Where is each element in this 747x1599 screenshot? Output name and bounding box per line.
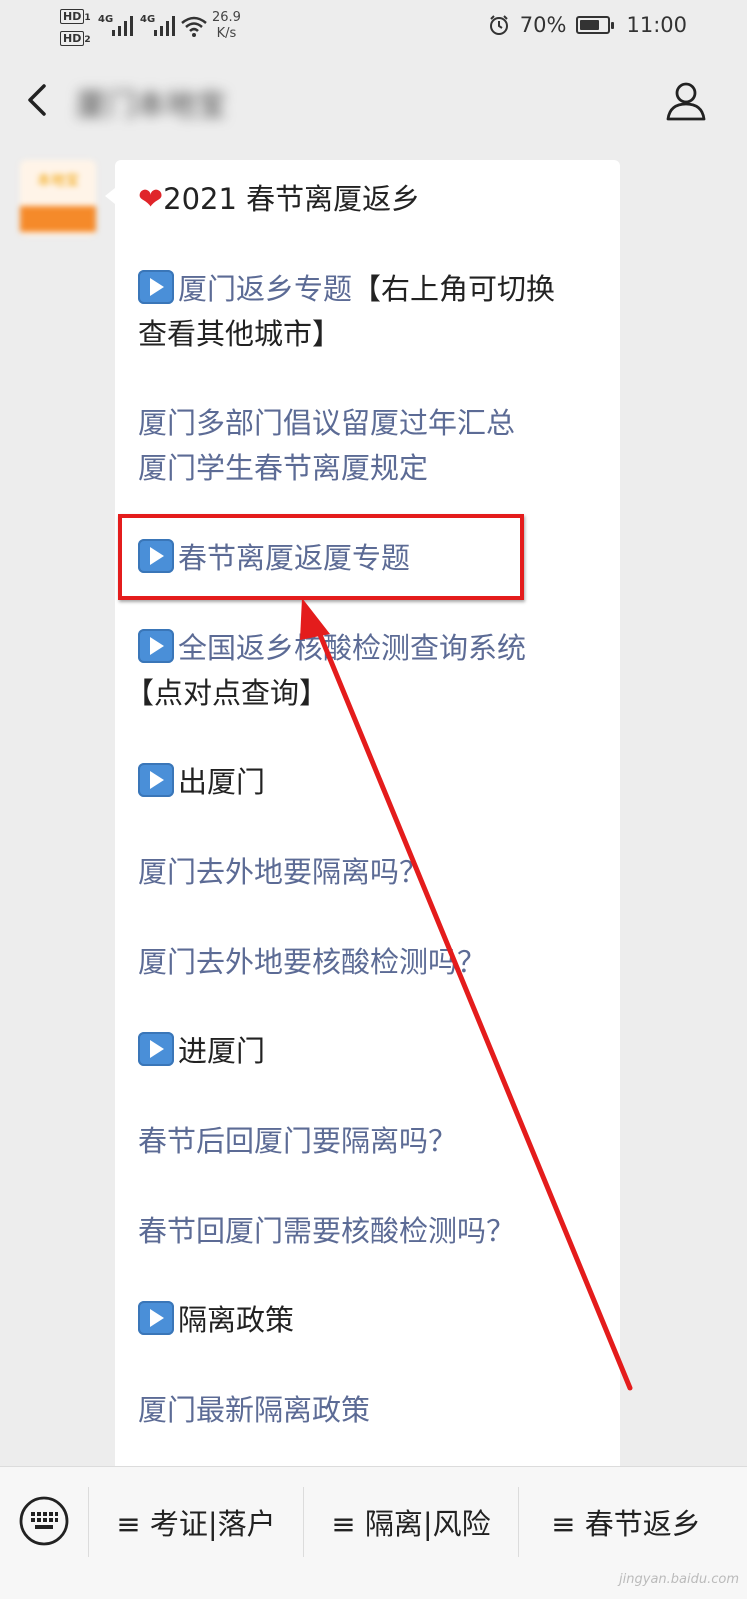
chat-title: 厦门本地宝 xyxy=(76,88,226,123)
avatar-band xyxy=(20,206,96,232)
link-xiamen-return-topic[interactable]: 厦门返乡专题 xyxy=(178,272,352,306)
line-switch-city: 查看其他城市】 xyxy=(138,317,342,351)
clock: 11:00 xyxy=(626,13,687,37)
annotation-highlight-box xyxy=(118,514,524,600)
battery-icon xyxy=(576,16,615,34)
play-icon xyxy=(138,1301,174,1335)
link-leave-quarantine[interactable]: 厦门去外地要隔离吗？ xyxy=(138,850,428,895)
link-return-quarantine[interactable]: 春节后回厦门要隔离吗？ xyxy=(138,1119,457,1164)
play-icon xyxy=(138,763,174,797)
link-return-nucleic[interactable]: 春节回厦门需要核酸检测吗？ xyxy=(138,1209,515,1254)
nav-bar: 厦门本地宝 xyxy=(0,56,747,144)
link-stay-xiamen-summary[interactable]: 厦门多部门倡议留厦过年汇总 xyxy=(138,401,515,446)
menu-item-spring-return[interactable]: ≡ 春节返乡 xyxy=(519,1467,733,1577)
alarm-icon xyxy=(489,15,508,35)
network-speed: 26.9 K/s xyxy=(212,10,241,41)
section-quarantine-policy: 隔离政策 xyxy=(138,1298,294,1343)
message-bubble: ❤2021 春节离厦返乡 厦门返乡专题【右上角可切换 查看其他城市】 厦门多部门… xyxy=(105,160,620,1490)
line-nucleic-query: 全国返乡核酸检测查询系统 xyxy=(138,626,526,671)
status-bar: HD 1 HD 2 4G 4G 26.9 K/s 70% 11:00 xyxy=(0,0,747,56)
link-student-rules[interactable]: 厦门学生春节离厦规定 xyxy=(138,446,428,491)
signal-icon-2 xyxy=(154,16,175,36)
link-nucleic-query-system[interactable]: 全国返乡核酸检测查询系统 xyxy=(178,631,526,665)
hd1-indicator: HD 1 xyxy=(60,9,91,25)
link-latest-quarantine-policy[interactable]: 厦门最新隔离政策 xyxy=(138,1388,370,1433)
watermark: jingyan.baidu.com xyxy=(619,1572,739,1587)
play-icon xyxy=(138,1032,174,1066)
section-enter-xiamen: 进厦门 xyxy=(138,1029,265,1074)
play-icon xyxy=(138,629,174,663)
section-leave-xiamen: 出厦门 xyxy=(138,760,265,805)
play-icon xyxy=(138,270,174,304)
keyboard-icon[interactable] xyxy=(18,1495,70,1547)
menu-item-quarantine[interactable]: ≡ 隔离|风险 xyxy=(304,1467,518,1577)
hd2-indicator: HD 2 xyxy=(60,31,91,47)
signal-icon xyxy=(112,16,133,36)
sender-avatar[interactable]: 本地宝 xyxy=(20,160,96,236)
heart-icon: ❤ xyxy=(138,182,164,217)
message-heading: ❤2021 春节离厦返乡 xyxy=(138,182,421,217)
battery-percent: 70% xyxy=(519,13,567,37)
profile-icon[interactable] xyxy=(665,80,707,122)
link-leave-nucleic[interactable]: 厦门去外地要核酸检测吗？ xyxy=(138,940,486,985)
avatar-label: 本地宝 xyxy=(37,173,79,189)
battery-fill xyxy=(580,20,599,30)
menu-item-certificate[interactable]: ≡ 考证|落户 xyxy=(89,1467,303,1577)
back-arrow-icon[interactable] xyxy=(24,80,54,120)
status-right: 70% 11:00 xyxy=(488,13,687,37)
line-point-query: 【点对点查询】 xyxy=(125,676,329,710)
wifi-icon xyxy=(181,16,207,37)
line-xiamen-topic: 厦门返乡专题【右上角可切换 xyxy=(138,267,555,312)
